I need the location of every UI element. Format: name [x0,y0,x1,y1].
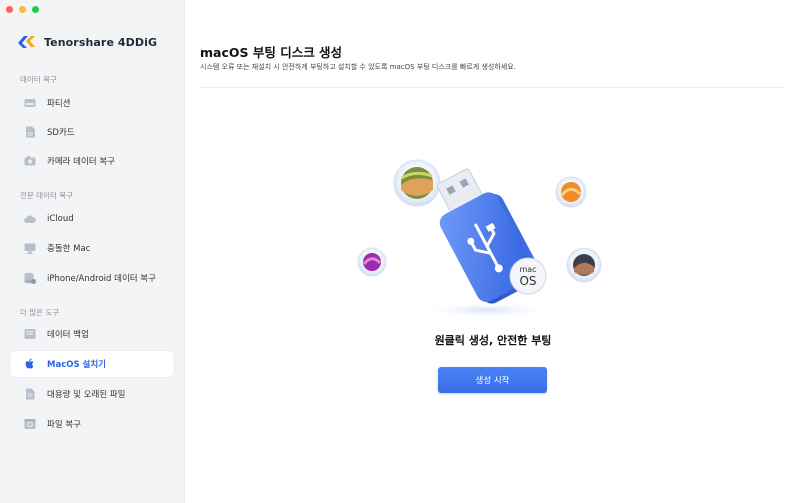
macos-monterey-bubble-icon [357,247,387,277]
section-title-data-recovery: 데이터 복구 [20,75,57,84]
sidebar-item-label: iPhone/Android 데이터 복구 [47,274,156,284]
macos-badge: mac OS [509,257,547,295]
sidebar-item-label: SD카드 [47,128,75,138]
macos-sonoma-bubble-icon [393,159,441,207]
sidebar-item-sd-card[interactable]: SD SD카드 [10,119,174,145]
app-name: Tenorshare 4DDiG [44,35,158,49]
brand: Tenorshare 4DDiG [16,33,157,51]
sidebar-item-label: 카메라 데이터 복구 [47,157,115,167]
sidebar-item-label: 대용량 및 오래된 파일 [47,390,126,400]
sidebar-item-large-files[interactable]: 대용량 및 오래된 파일 [10,381,174,407]
sidebar-item-camera[interactable]: 카메라 데이터 복구 [10,148,174,174]
sidebar-item-macos-installer[interactable]: MacOS 설치기 [10,351,174,377]
crashed-mac-icon [23,241,37,255]
section-title-more-tools: 더 많은 도구 [20,308,60,317]
sidebar-item-file-repair[interactable]: 파일 복구 [10,411,174,437]
macos-mojave-bubble-icon [566,247,602,283]
start-create-button[interactable]: 생성 시작 [438,367,547,393]
sidebar-item-icloud[interactable]: iCloud [10,206,174,232]
app-window: Tenorshare 4DDiG 데이터 복구 파티션 SD SD카드 카메라 … [0,0,800,503]
headline: 원클릭 생성, 안전한 부팅 [434,334,552,347]
section-title-pro-recovery: 전문 데이터 복구 [20,191,74,200]
sidebar-item-label: 데이터 백업 [47,330,89,340]
usb-macos-illustration: mac OS [357,159,602,318]
backup-icon [23,327,37,341]
sidebar: Tenorshare 4DDiG 데이터 복구 파티션 SD SD카드 카메라 … [0,0,185,503]
page-title: macOS 부팅 디스크 생성 [200,45,343,60]
main-panel: macOS 부팅 디스크 생성 시스템 오류 또는 재설치 시 안전하게 부팅하… [186,0,800,503]
sidebar-item-label: 파티션 [47,99,71,109]
partition-icon [23,96,37,110]
sidebar-item-data-backup[interactable]: 데이터 백업 [10,321,174,347]
sidebar-item-label: 파일 복구 [47,420,81,430]
maximize-window-button[interactable] [32,6,39,13]
macos-badge-line2: OS [519,274,536,288]
camera-icon [23,154,37,168]
minimize-window-button[interactable] [19,6,26,13]
sd-card-icon: SD [23,125,37,139]
app-logo-icon [18,36,35,48]
sidebar-item-label: MacOS 설치기 [47,360,107,370]
sidebar-item-label: 충돌한 Mac [47,244,91,254]
phone-recovery-icon [23,271,37,285]
sidebar-item-partition[interactable]: 파티션 [10,90,174,116]
file-repair-icon [23,417,37,431]
page-subtitle: 시스템 오류 또는 재설치 시 안전하게 부팅하고 설치할 수 있도록 macO… [200,63,516,71]
close-window-button[interactable] [6,6,13,13]
sidebar-item-label: iCloud [47,214,74,224]
large-files-icon [23,387,37,401]
svg-text:SD: SD [27,132,33,137]
header-divider [200,87,784,88]
apple-icon [23,357,37,371]
sidebar-item-crashed-mac[interactable]: 충돌한 Mac [10,235,174,261]
macos-ventura-bubble-icon [555,176,587,208]
cloud-icon [23,212,37,226]
sidebar-item-phone-recovery[interactable]: iPhone/Android 데이터 복구 [10,265,174,291]
window-controls [6,6,39,13]
macos-badge-line1: mac [519,265,536,274]
